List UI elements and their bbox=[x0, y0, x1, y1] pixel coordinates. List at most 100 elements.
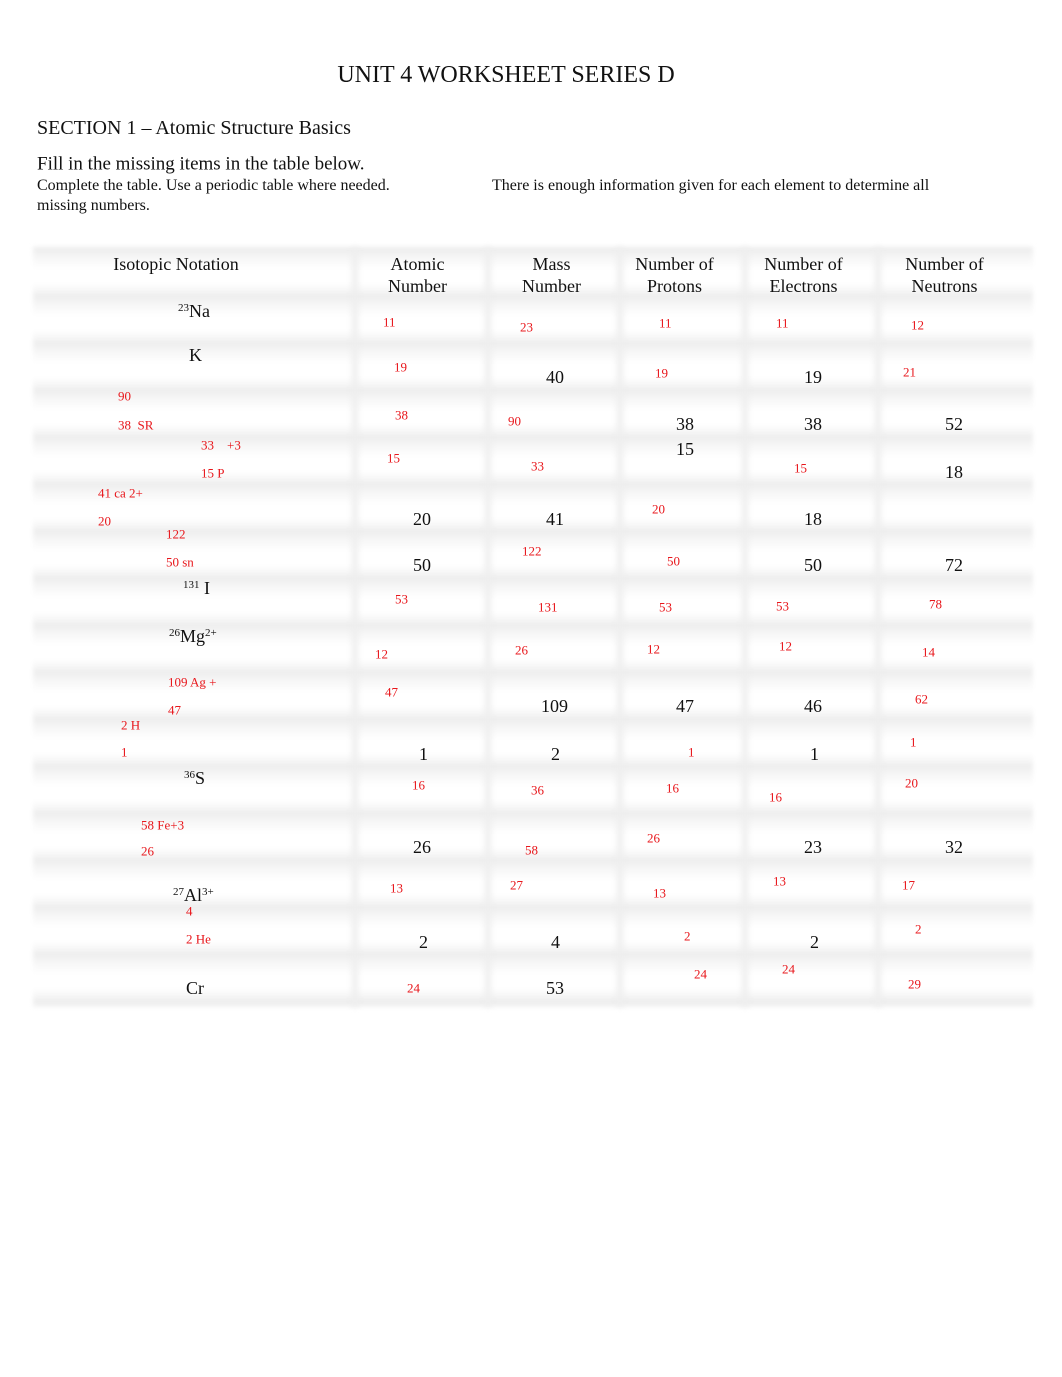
answer: 1 bbox=[688, 744, 695, 760]
header-line: Protons bbox=[646, 276, 702, 296]
instruction: Fill in the missing items in the table b… bbox=[37, 153, 365, 175]
given-value: 50 bbox=[804, 555, 822, 575]
answer: 33 +3 bbox=[201, 437, 241, 453]
answer: 41 ca 2+ bbox=[98, 485, 143, 501]
header-atomic-number: Atomic Number bbox=[355, 253, 480, 297]
header-line: Isotopic Notation bbox=[113, 254, 239, 274]
answer: 62 bbox=[915, 691, 928, 707]
answer: 11 bbox=[659, 315, 672, 331]
column-divider bbox=[352, 247, 358, 1007]
mass-superscript: 26 bbox=[169, 627, 180, 639]
given-value: 26 bbox=[413, 837, 431, 857]
header-line: Electrons bbox=[769, 276, 838, 296]
notation-mg: 26Mg2+ bbox=[169, 627, 217, 645]
answer: 90 bbox=[118, 388, 131, 404]
notation-cr: Cr bbox=[186, 979, 204, 997]
given-value: 20 bbox=[413, 509, 431, 529]
mass-superscript: 23 bbox=[178, 302, 189, 314]
element-symbol: Al bbox=[184, 885, 202, 905]
answer: 33 bbox=[531, 458, 544, 474]
answer: 21 bbox=[903, 364, 916, 380]
answer: 90 bbox=[508, 413, 521, 429]
given-value: 32 bbox=[945, 837, 963, 857]
given-value: 19 bbox=[804, 367, 822, 387]
element-symbol: S bbox=[195, 768, 206, 788]
element-symbol: I bbox=[204, 578, 210, 598]
answer: 12 bbox=[647, 641, 660, 657]
answer: 19 bbox=[655, 365, 668, 381]
header-line: Number of bbox=[764, 254, 843, 274]
header-line: Number bbox=[388, 276, 447, 296]
page-title: UNIT 4 WORKSHEET SERIES D bbox=[337, 62, 675, 88]
answer: 122 bbox=[522, 543, 542, 559]
notation-k: K bbox=[189, 346, 202, 364]
header-line: Atomic bbox=[390, 254, 445, 274]
answer: 14 bbox=[922, 644, 935, 660]
answer: 20 bbox=[98, 513, 111, 529]
answer: 47 bbox=[385, 684, 398, 700]
notation-al: 27Al3+ bbox=[173, 886, 214, 904]
column-divider bbox=[485, 247, 491, 1007]
answer: 4 bbox=[186, 903, 193, 919]
given-value: 72 bbox=[945, 555, 963, 575]
header-line: Number bbox=[522, 276, 581, 296]
section-heading: SECTION 1 – Atomic Structure Basics bbox=[37, 117, 351, 139]
answer: 131 bbox=[538, 599, 558, 615]
answer: 13 bbox=[653, 885, 666, 901]
given-value: 2 bbox=[810, 932, 819, 952]
header-line: Neutrons bbox=[911, 276, 978, 296]
mass-superscript: 131 bbox=[183, 579, 200, 591]
answer: 38 bbox=[395, 407, 408, 423]
answer: 1 bbox=[121, 744, 128, 760]
answer: 12 bbox=[375, 646, 388, 662]
column-divider bbox=[875, 247, 881, 1007]
given-value: 47 bbox=[676, 696, 694, 716]
answer: 23 bbox=[520, 319, 533, 335]
answer: 1 bbox=[910, 734, 917, 750]
answer: 2 bbox=[684, 928, 691, 944]
given-value: 46 bbox=[804, 696, 822, 716]
given-value: 23 bbox=[804, 837, 822, 857]
answer: 15 bbox=[794, 460, 807, 476]
given-value: 40 bbox=[546, 367, 564, 387]
given-value: 1 bbox=[810, 744, 819, 764]
answer: 109 Ag + bbox=[168, 674, 217, 690]
answer: 19 bbox=[394, 359, 407, 375]
element-symbol: Na bbox=[189, 301, 210, 321]
answer: 53 bbox=[776, 598, 789, 614]
answer: 24 bbox=[407, 980, 420, 996]
answer: 26 bbox=[515, 642, 528, 658]
answer: 26 bbox=[141, 843, 154, 859]
answer: 11 bbox=[383, 314, 396, 330]
note-left: Complete the table. Use a periodic table… bbox=[37, 177, 390, 194]
given-value: 50 bbox=[413, 555, 431, 575]
answer: 36 bbox=[531, 782, 544, 798]
answer: 53 bbox=[395, 591, 408, 607]
answer: 20 bbox=[905, 775, 918, 791]
given-value: 52 bbox=[945, 414, 963, 434]
answer: 47 bbox=[168, 702, 181, 718]
header-isotopic-notation: Isotopic Notation bbox=[76, 253, 276, 275]
answer: 16 bbox=[412, 777, 425, 793]
notation-s: 36S bbox=[184, 769, 205, 787]
answer: 13 bbox=[773, 873, 786, 889]
answer: 58 bbox=[525, 842, 538, 858]
notation-na: 23Na bbox=[178, 302, 210, 320]
given-value: 41 bbox=[546, 509, 564, 529]
answer: 16 bbox=[666, 780, 679, 796]
answer: 2 H bbox=[121, 717, 141, 733]
charge-superscript: 2+ bbox=[205, 627, 217, 639]
header-protons: Number of Protons bbox=[612, 253, 737, 297]
header-line: Number of bbox=[905, 254, 984, 274]
element-symbol: K bbox=[189, 345, 202, 365]
given-value: 38 bbox=[676, 414, 694, 434]
mass-superscript: 36 bbox=[184, 769, 195, 781]
header-line: Number of bbox=[635, 254, 714, 274]
answer: 15 bbox=[387, 450, 400, 466]
answer: 78 bbox=[929, 596, 942, 612]
answer: 24 bbox=[782, 961, 795, 977]
answer: 58 Fe+3 bbox=[141, 817, 185, 833]
given-value: 2 bbox=[419, 932, 428, 952]
given-value: 38 bbox=[804, 414, 822, 434]
mass-superscript: 27 bbox=[173, 886, 184, 898]
